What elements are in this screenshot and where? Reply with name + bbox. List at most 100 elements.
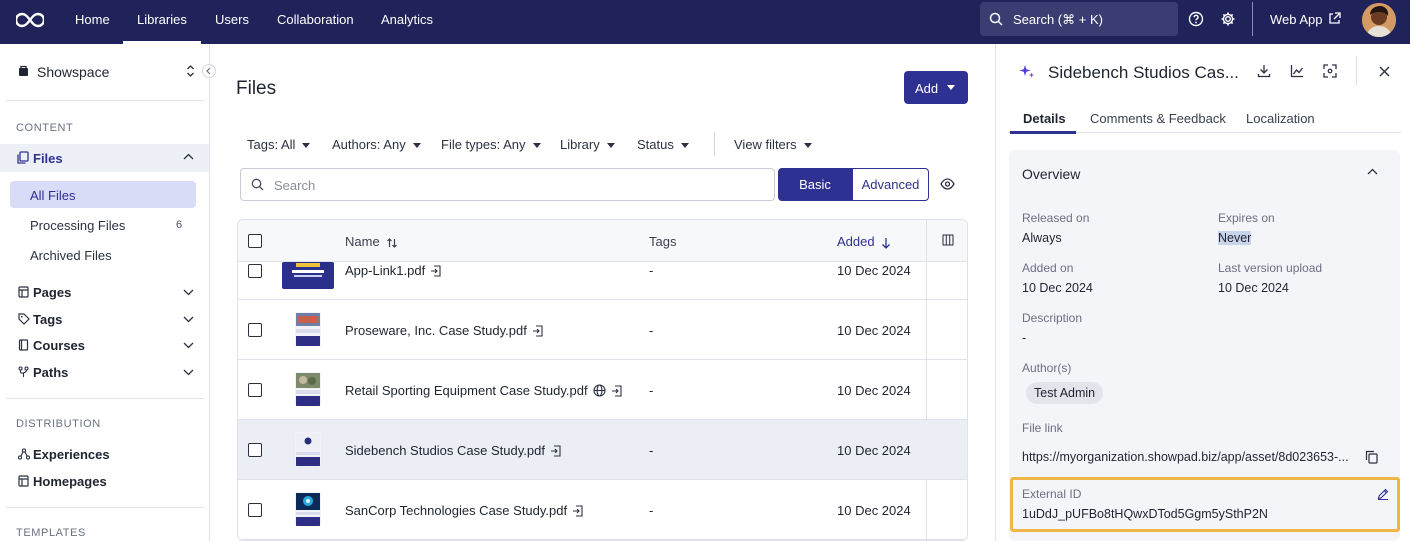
sort-icon [386,237,397,248]
file-thumbnail [295,312,321,346]
analytics-icon[interactable] [1290,64,1304,78]
table-row[interactable]: Retail Sporting Equipment Case Study.pdf… [238,360,967,420]
nav-collaboration[interactable]: Collaboration [277,0,354,44]
external-link-icon[interactable] [1328,12,1341,25]
filter-status[interactable]: Status [637,137,689,152]
chevron-down-icon[interactable] [183,369,194,376]
view-filters-dropdown[interactable]: View filters [734,137,812,152]
filter-file-types[interactable]: File types: Any [441,137,541,152]
file-name[interactable]: Retail Sporting Equipment Case Study.pdf [345,383,622,398]
select-all-checkbox[interactable] [248,234,262,248]
row-checkbox[interactable] [248,503,262,517]
paths-icon [18,366,29,378]
homepages-icon [18,475,29,487]
row-checkbox[interactable] [248,383,262,397]
files-search-input[interactable]: Search [240,168,775,201]
tab-details[interactable]: Details [1023,111,1066,126]
author-chip[interactable]: Test Admin [1026,382,1104,404]
row-checkbox[interactable] [248,323,262,337]
download-icon[interactable] [1257,64,1271,78]
sidebar-subitem-label[interactable]: All Files [30,188,76,203]
nav-analytics[interactable]: Analytics [381,0,433,44]
experiences-icon [18,448,30,460]
sidebar-item-processing-files[interactable]: Processing Files [30,218,125,233]
table-row[interactable]: App-Link1.pdf - 10 Dec 2024 [238,262,967,300]
sidebar-item-label: Homepages [33,474,107,489]
web-app-link[interactable]: Web App [1270,12,1323,27]
nav-libraries[interactable]: Libraries [123,0,201,44]
chevron-down-icon[interactable] [183,342,194,349]
filter-label: Status [637,137,674,152]
infinity-logo-icon[interactable] [16,10,48,32]
file-name-text: Retail Sporting Equipment Case Study.pdf [345,383,588,398]
chevron-down-icon[interactable] [183,289,194,296]
chevron-up-icon[interactable] [183,153,194,160]
sidebar-item-label: Tags [33,312,63,327]
user-avatar[interactable] [1362,3,1396,37]
global-search[interactable]: Search (⌘ + K) [980,2,1178,36]
file-name[interactable]: Proseware, Inc. Case Study.pdf [345,323,543,338]
sidebar-item-label: Paths [33,365,69,380]
caret-down-icon [680,143,689,149]
filter-authors[interactable]: Authors: Any [332,137,421,152]
section-title-templates: TEMPLATES [16,527,86,539]
external-id-label: External ID [1022,487,1082,501]
filter-library[interactable]: Library [560,137,615,152]
expires-on-label: Expires on [1218,211,1275,225]
file-name[interactable]: Sidebench Studios Case Study.pdf [345,443,561,458]
search-icon [251,178,264,191]
eye-icon[interactable] [940,178,955,190]
added-on-label: Added on [1022,261,1074,275]
table-row[interactable]: SanCorp Technologies Case Study.pdf - 10… [238,480,967,540]
close-icon[interactable] [1379,66,1390,77]
add-button[interactable]: Add [904,71,968,104]
caret-down-icon [947,85,955,90]
workspace-switch-icon[interactable] [186,64,195,78]
external-id-highlight: External ID 1uDdJ_pUFBo8tHQwxDTod5Ggm5yS… [1010,477,1400,532]
file-tags: - [649,383,654,398]
columns-settings-icon[interactable] [942,234,954,246]
chevron-up-icon[interactable] [1367,168,1378,175]
row-checkbox[interactable] [248,443,262,457]
expires-on-value: Never [1218,231,1252,245]
file-link-value[interactable]: https://myorganization.showpad.biz/app/a… [1022,450,1349,464]
file-name[interactable]: App-Link1.pdf [345,263,441,278]
sidebar-item-files[interactable]: Files [0,144,209,172]
gear-icon[interactable] [1220,11,1236,27]
overview-card: Overview Released on Always Expires on N… [1009,150,1400,541]
copy-icon[interactable] [1365,450,1378,464]
processing-count-badge: 6 [176,219,183,231]
help-icon[interactable] [1188,11,1204,27]
arrow-down-icon [881,237,890,249]
row-checkbox[interactable] [248,264,262,278]
basic-search-button[interactable]: Basic [778,168,852,201]
file-name-text: Proseware, Inc. Case Study.pdf [345,323,527,338]
column-header-added[interactable]: Added [837,234,891,249]
table-row-selected[interactable]: Sidebench Studios Case Study.pdf - 10 De… [238,420,967,480]
chevron-down-icon[interactable] [183,316,194,323]
edit-pencil-icon[interactable] [1377,488,1389,500]
file-name[interactable]: SanCorp Technologies Case Study.pdf [345,503,583,518]
sidebar-item-label: Pages [33,285,72,300]
globe-icon [593,384,606,397]
column-header-name[interactable]: Name [345,234,398,249]
advanced-search-button[interactable]: Advanced [852,168,929,201]
workspace-name[interactable]: Showspace [37,64,109,80]
global-search-placeholder: Search (⌘ + K) [1013,12,1103,27]
nav-users[interactable]: Users [215,0,249,44]
caret-down-icon [606,143,615,149]
filter-label: View filters [734,137,797,152]
nav-home[interactable]: Home [75,0,110,44]
sidebar-divider [6,100,204,101]
file-open-icon [532,325,543,337]
sidebar-item-archived-files[interactable]: Archived Files [30,248,112,263]
file-added-date: 10 Dec 2024 [837,263,911,278]
panel-title: Sidebench Studios Cas... [1048,63,1239,82]
table-row[interactable]: Proseware, Inc. Case Study.pdf - 10 Dec … [238,300,967,360]
section-title-distribution: DISTRIBUTION [16,418,101,430]
expand-icon[interactable] [1323,64,1337,78]
tab-localization[interactable]: Localization [1246,111,1315,126]
tab-comments-feedback[interactable]: Comments & Feedback [1090,111,1226,126]
topbar-divider [1252,2,1253,36]
filter-tags[interactable]: Tags: All [247,137,311,152]
